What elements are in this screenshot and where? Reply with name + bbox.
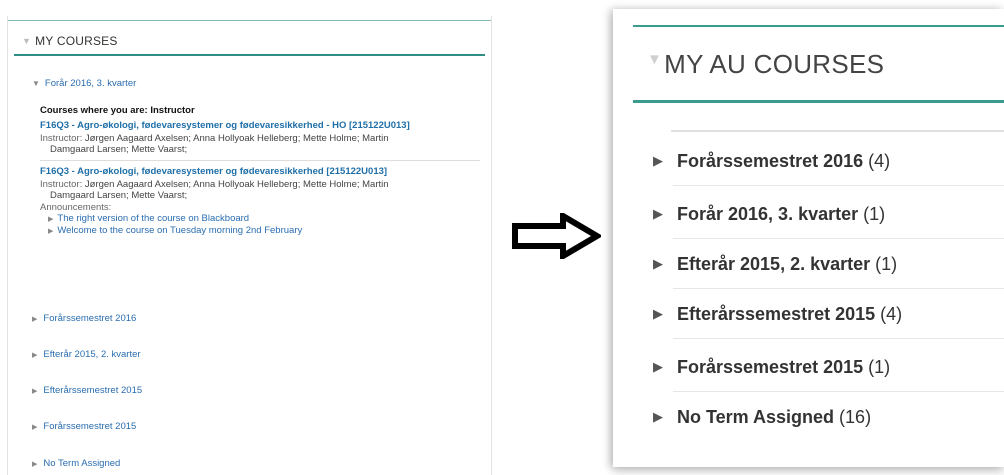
term-name: Efterårssemestret 2015 <box>677 304 876 324</box>
instructor-names-cont: Damgaard Larsen; Mette Vaarst; <box>50 190 188 201</box>
term-count: (1) <box>863 204 886 224</box>
term-toggle-forarssemestret-2015[interactable]: ▶ Forårssemestret 2015 (1) <box>653 357 890 378</box>
course-list: ▼ Forår 2016, 3. kvarter Courses where yo… <box>32 78 482 237</box>
term-toggle-forarssemestret-2016[interactable]: ▶ Forårssemestret 2016 (4) <box>653 151 890 172</box>
panel-title: MY AU COURSES <box>664 49 885 79</box>
term-name: Forårssemestret 2015 <box>677 357 864 377</box>
triangle-down-icon: ▼ <box>32 79 40 88</box>
term-name: Efterår 2015, 2. kvarter <box>677 254 871 274</box>
course-instructors: Instructor: Jørgen Aagaard Axelsen; Anna… <box>40 179 482 201</box>
term-toggle-forarssemestret-2016[interactable]: ▶ Forårssemestret 2016 <box>32 313 136 324</box>
term-divider <box>673 288 1004 289</box>
arrow-right-icon <box>512 213 601 259</box>
my-courses-panel-old: ▼ MY COURSES ▼ Forår 2016, 3. kvarter Cour… <box>7 16 492 475</box>
course-link[interactable]: F16Q3 - Agro-økologi, fødevaresystemer o… <box>40 120 482 132</box>
triangle-down-icon: ▼ <box>647 51 663 68</box>
term-count: (4) <box>868 151 891 171</box>
list-top-divider <box>671 130 1004 132</box>
term-count: (4) <box>880 304 903 324</box>
term-name: Forår 2016, 3. kvarter <box>677 204 859 224</box>
my-au-courses-panel: ▼MY AU COURSES ▶ Forårssemestret 2016 (4)… <box>613 9 1004 467</box>
triangle-right-icon: ▶ <box>653 409 663 424</box>
triangle-right-icon: ▶ <box>48 228 54 235</box>
triangle-right-icon: ▶ <box>32 352 38 359</box>
header-divider <box>633 100 1004 103</box>
triangle-right-icon: ▶ <box>653 153 663 168</box>
course-item: F16Q3 - Agro-økologi, fødevaresystemer o… <box>40 120 482 161</box>
term-toggle-efterarssemestret-2015[interactable]: ▶ Efterårssemestret 2015 (4) <box>653 304 902 325</box>
term-toggle-forarssemestret-2015[interactable]: ▶ Forårssemestret 2015 <box>32 421 136 432</box>
role-heading: Courses where you are: Instructor <box>40 105 195 116</box>
course-link[interactable]: F16Q3 - Agro-økologi, fødevaresystemer o… <box>40 166 482 178</box>
announcement-text: The right version of the course on Black… <box>57 213 250 224</box>
term-label: No Term Assigned <box>43 458 121 469</box>
panel-header[interactable]: ▼ MY COURSES <box>22 34 118 48</box>
triangle-right-icon: ▶ <box>32 316 38 323</box>
term-label: Forårssemestret 2015 <box>43 421 137 432</box>
announcement-link[interactable]: ▶ The right version of the course on Blac… <box>48 213 482 225</box>
triangle-right-icon: ▶ <box>32 424 38 431</box>
term-toggle-no-term-assigned[interactable]: ▶ No Term Assigned <box>32 458 120 469</box>
term-name: Forårssemestret 2016 <box>677 151 864 171</box>
term-count: (1) <box>868 357 891 377</box>
announcements-label: Announcements: <box>40 202 112 213</box>
term-toggle-open[interactable]: ▼ Forår 2016, 3. kvarter <box>32 78 482 89</box>
term-name: No Term Assigned <box>677 407 835 427</box>
instructor-names-cont: Damgaard Larsen; Mette Vaarst; <box>50 144 188 155</box>
term-toggle-efterar-2015-q2[interactable]: ▶ Efterår 2015, 2. kvarter (1) <box>653 254 897 275</box>
term-divider <box>673 238 1004 239</box>
triangle-right-icon: ▶ <box>48 216 54 223</box>
instructor-names: Jørgen Aagaard Axelsen; Anna Hollyoak He… <box>84 133 389 144</box>
term-label: Efterår 2015, 2. kvarter <box>43 349 141 360</box>
panel-top-divider <box>8 20 491 21</box>
course-item: F16Q3 - Agro-økologi, fødevaresystemer o… <box>40 166 482 237</box>
term-label: Forår 2016, 3. kvarter <box>44 78 137 89</box>
announcement-link[interactable]: ▶ Welcome to the course on Tuesday mornin… <box>48 225 482 237</box>
triangle-right-icon: ▶ <box>653 206 663 221</box>
header-divider <box>14 54 485 56</box>
term-toggle-efterar-2015-q2[interactable]: ▶ Efterår 2015, 2. kvarter <box>32 349 141 360</box>
triangle-right-icon: ▶ <box>653 306 663 321</box>
triangle-down-icon: ▼ <box>22 36 32 46</box>
triangle-right-icon: ▶ <box>32 461 38 468</box>
announcement-text: Welcome to the course on Tuesday morning… <box>57 225 303 236</box>
triangle-right-icon: ▶ <box>653 359 663 374</box>
term-divider <box>673 338 1004 339</box>
term-divider <box>673 391 1004 392</box>
instructor-label: Instructor: <box>40 179 83 190</box>
term-count: (16) <box>839 407 872 427</box>
instructor-names: Jørgen Aagaard Axelsen; Anna Hollyoak He… <box>84 179 389 190</box>
term-divider <box>673 185 1004 186</box>
panel-header[interactable]: ▼MY AU COURSES <box>647 49 884 80</box>
term-count: (1) <box>875 254 898 274</box>
term-toggle-no-term-assigned[interactable]: ▶ No Term Assigned (16) <box>653 407 871 428</box>
course-instructors: Instructor: Jørgen Aagaard Axelsen; Anna… <box>40 133 482 155</box>
triangle-right-icon: ▶ <box>653 256 663 271</box>
term-toggle-efterarssemestret-2015[interactable]: ▶ Efterårssemestret 2015 <box>32 385 142 396</box>
panel-title: MY COURSES <box>35 34 118 48</box>
course-divider <box>40 160 480 161</box>
term-toggle-forar-2016-q3[interactable]: ▶ Forår 2016, 3. kvarter (1) <box>653 204 885 225</box>
instructor-label: Instructor: <box>40 133 83 144</box>
triangle-right-icon: ▶ <box>32 388 38 395</box>
panel-top-divider <box>633 25 1004 27</box>
term-label: Efterårssemestret 2015 <box>43 385 143 396</box>
term-label: Forårssemestret 2016 <box>43 313 137 324</box>
